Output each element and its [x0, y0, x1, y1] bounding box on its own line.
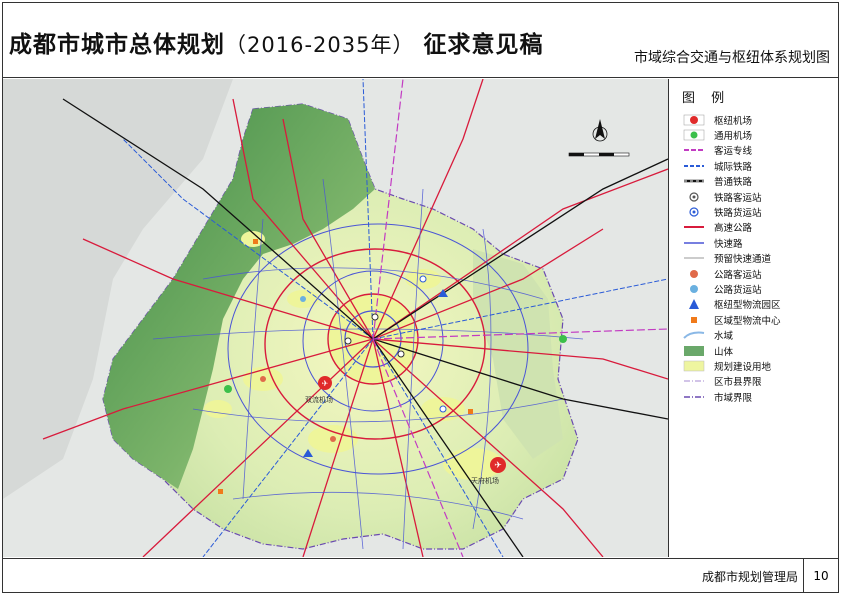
intercity-rail-icon — [682, 160, 706, 172]
legend-item: 水域 — [682, 327, 836, 342]
general-airport-icon — [682, 129, 706, 141]
legend-item: 山体 — [682, 343, 836, 358]
legend-item: 普通铁路 — [682, 174, 836, 189]
general-airport[interactable] — [224, 385, 232, 393]
legend-item: 枢纽型物流园区 — [682, 297, 836, 312]
svg-text:✈: ✈ — [322, 379, 329, 388]
hub-airport-tianfu[interactable]: ✈ — [490, 457, 506, 473]
label-shuangliu: 双流机场 — [305, 395, 333, 404]
svg-text:✈: ✈ — [494, 461, 502, 471]
legend-label: 区域型物流中心 — [714, 315, 781, 327]
legend-item: 通用机场 — [682, 127, 836, 142]
map-svg: ✈ 双流机场 ✈ 天府机场 — [3, 79, 668, 557]
fast-road-icon — [682, 237, 706, 249]
district-boundary-icon — [682, 375, 706, 387]
page-number: 10 — [803, 559, 838, 592]
legend-label: 通用机场 — [714, 131, 753, 143]
page-title: 成都市城市总体规划（2016-2035年） 征求意见稿 — [9, 25, 543, 59]
legend-title: 图 例 — [682, 91, 731, 106]
railway-icon — [682, 175, 706, 187]
legend-item: 预留快速通道 — [682, 251, 836, 266]
title-draft: 征求意见稿 — [423, 32, 544, 58]
hub-airport-shuangliu[interactable]: ✈ — [318, 376, 332, 390]
legend-item: 城际铁路 — [682, 158, 836, 173]
legend-label: 高速公路 — [714, 223, 753, 235]
legend-label: 公路客运站 — [714, 269, 762, 281]
label-tianfu: 天府机场 — [471, 476, 499, 485]
page-frame: 成都市城市总体规划（2016-2035年） 征求意见稿 市域综合交通与枢纽体系规… — [2, 2, 839, 593]
legend-item: 公路货运站 — [682, 281, 836, 296]
legend-label: 水域 — [714, 331, 734, 343]
expressway-icon — [682, 221, 706, 233]
legend-label: 城际铁路 — [714, 161, 753, 173]
title-years: （2016-2035年） — [225, 33, 415, 57]
legend-item: 公路客运站 — [682, 266, 836, 281]
logistics-center-icon — [682, 314, 706, 326]
general-airport[interactable] — [559, 335, 567, 343]
legend-item: 铁路客运站 — [682, 189, 836, 204]
road-passenger-station-icon — [682, 268, 706, 280]
map-area[interactable]: ✈ 双流机场 ✈ 天府机场 — [3, 79, 668, 557]
rail-passenger-station-icon — [682, 191, 706, 203]
reserved-corridor-icon — [682, 252, 706, 264]
road-freight-station-icon — [682, 283, 706, 295]
legend-label: 铁路货运站 — [714, 208, 762, 220]
legend-item: 高速公路 — [682, 220, 836, 235]
legend-label: 区市县界限 — [714, 377, 762, 389]
legend-item: 规划建设用地 — [682, 358, 836, 373]
header: 成都市城市总体规划（2016-2035年） 征求意见稿 市域综合交通与枢纽体系规… — [3, 3, 838, 78]
legend-label: 铁路客运站 — [714, 192, 762, 204]
legend-item: 客运专线 — [682, 143, 836, 158]
legend-label: 山体 — [714, 346, 734, 358]
legend-divider — [668, 79, 669, 557]
water-icon — [682, 329, 706, 341]
legend-label: 枢纽型物流园区 — [714, 300, 781, 312]
legend-label: 市域界限 — [714, 392, 753, 404]
legend-label: 规划建设用地 — [714, 361, 772, 373]
legend-list: 枢纽机场通用机场客运专线城际铁路普通铁路铁路客运站铁路货运站高速公路快速路预留快… — [670, 112, 836, 404]
legend-label: 公路货运站 — [714, 284, 762, 296]
mountain-icon — [682, 345, 706, 357]
planned-land-icon — [682, 360, 706, 372]
legend-item: 快速路 — [682, 235, 836, 250]
legend-item: 市域界限 — [682, 389, 836, 404]
hub-airport-icon — [682, 114, 706, 126]
passenger-line-icon — [682, 144, 706, 156]
legend: 图 例 枢纽机场通用机场客运专线城际铁路普通铁路铁路客运站铁路货运站高速公路快速… — [670, 81, 836, 555]
legend-item: 区域型物流中心 — [682, 312, 836, 327]
title-main: 成都市城市总体规划 — [9, 32, 225, 58]
legend-item: 区市县界限 — [682, 374, 836, 389]
legend-label: 普通铁路 — [714, 177, 753, 189]
legend-label: 枢纽机场 — [714, 115, 753, 127]
legend-item: 铁路货运站 — [682, 204, 836, 219]
legend-label: 预留快速通道 — [714, 254, 772, 266]
logistics-park-icon — [682, 298, 706, 310]
map-name: 市域综合交通与枢纽体系规划图 — [634, 50, 830, 66]
legend-item: 枢纽机场 — [682, 112, 836, 127]
agency-name: 成都市规划管理局 — [701, 570, 798, 584]
legend-label: 快速路 — [714, 238, 743, 250]
rail-freight-station-icon — [682, 206, 706, 218]
footer: 成都市规划管理局 10 — [3, 558, 838, 592]
legend-label: 客运专线 — [714, 146, 753, 158]
city-boundary-icon — [682, 391, 706, 403]
scale-bar — [568, 152, 630, 157]
